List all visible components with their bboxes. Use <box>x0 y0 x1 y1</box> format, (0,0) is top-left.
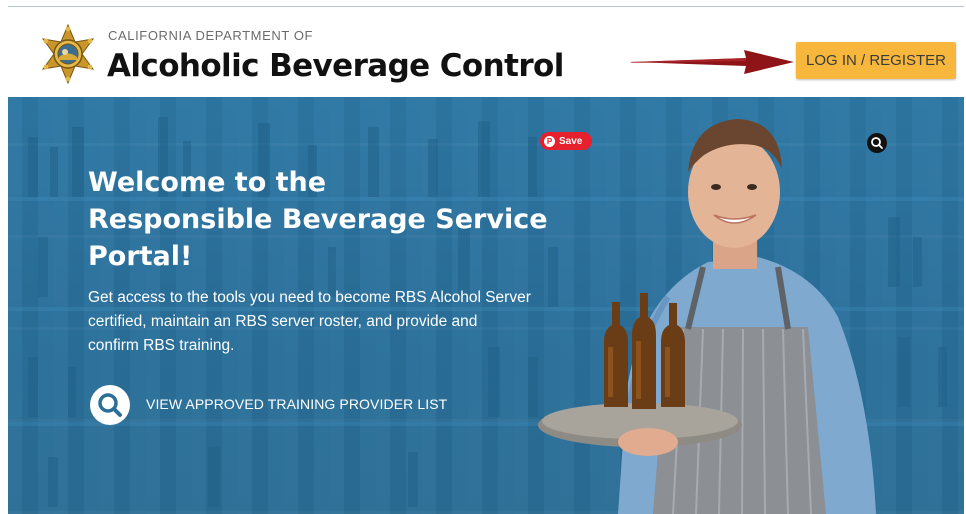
lens-search-icon <box>871 137 883 149</box>
site-brand[interactable]: Alcoholic Beverage Control <box>107 48 564 84</box>
hero-description-line-3: confirm RBS training. <box>88 337 235 354</box>
view-training-provider-list-link[interactable]: VIEW APPROVED TRAINING PROVIDER LIST <box>146 396 447 412</box>
red-arrow-icon <box>630 50 794 74</box>
hero-banner: Welcome to the Responsible Beverage Serv… <box>8 97 964 514</box>
hero-title-line-1: Welcome to the <box>88 167 327 198</box>
bartender-photo <box>538 119 876 514</box>
hero-description-line-2: certified, maintain an RBS server roster… <box>88 313 478 330</box>
site-header: CALIFORNIA DEPARTMENT OF Alcoholic Bever… <box>8 8 964 96</box>
department-label: CALIFORNIA DEPARTMENT OF <box>108 28 314 43</box>
hero-description-line-1: Get access to the tools you need to beco… <box>88 289 531 306</box>
hero-title: Welcome to the Responsible Beverage Serv… <box>88 164 548 275</box>
pinterest-icon: P <box>544 135 555 147</box>
hero-description: Get access to the tools you need to beco… <box>88 286 558 358</box>
pinterest-save-button[interactable]: P Save <box>540 132 592 150</box>
search-icon <box>98 393 122 417</box>
pinterest-save-label: Save <box>559 135 583 147</box>
hero-title-line-3: Portal! <box>88 241 193 272</box>
hero-title-line-2: Responsible Beverage Service <box>88 204 548 235</box>
login-register-button[interactable]: LOG IN / REGISTER <box>796 42 956 79</box>
lens-search-button[interactable] <box>867 133 887 153</box>
search-icon-button[interactable] <box>90 385 130 425</box>
top-border <box>8 6 964 7</box>
california-seal-icon[interactable] <box>38 24 98 84</box>
